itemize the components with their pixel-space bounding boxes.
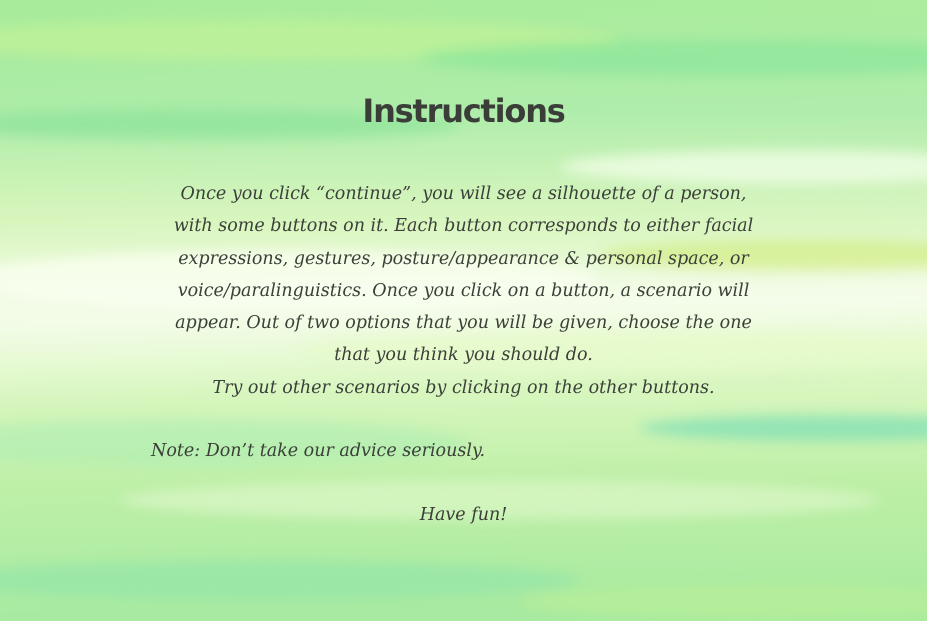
- closing-text: Have fun!: [419, 505, 508, 525]
- brush-stroke: [640, 415, 927, 441]
- instruction-line: expressions, gestures, posture/appearanc…: [178, 248, 749, 269]
- note-text: Note: Don’t take our advice seriously.: [151, 441, 486, 461]
- slide-background: Instructions Once you click “continue”, …: [0, 0, 927, 621]
- instruction-line: Once you click “continue”, you will see …: [180, 184, 747, 204]
- instructions-paragraph: Once you click “continue”, you will see …: [140, 178, 787, 404]
- brush-stroke: [0, 560, 580, 600]
- instruction-line: that you think you should do.: [334, 345, 593, 366]
- instruction-line: appear. Out of two options that you will…: [175, 313, 752, 334]
- instruction-line: Try out other scenarios by clicking on t…: [212, 377, 715, 398]
- page-title: Instructions: [362, 92, 565, 130]
- instruction-line: with some buttons on it. Each button cor…: [173, 216, 754, 237]
- instruction-line: voice/paralinguistics. Once you click on…: [177, 280, 750, 301]
- brush-stroke: [520, 585, 927, 619]
- brush-stroke: [420, 40, 927, 76]
